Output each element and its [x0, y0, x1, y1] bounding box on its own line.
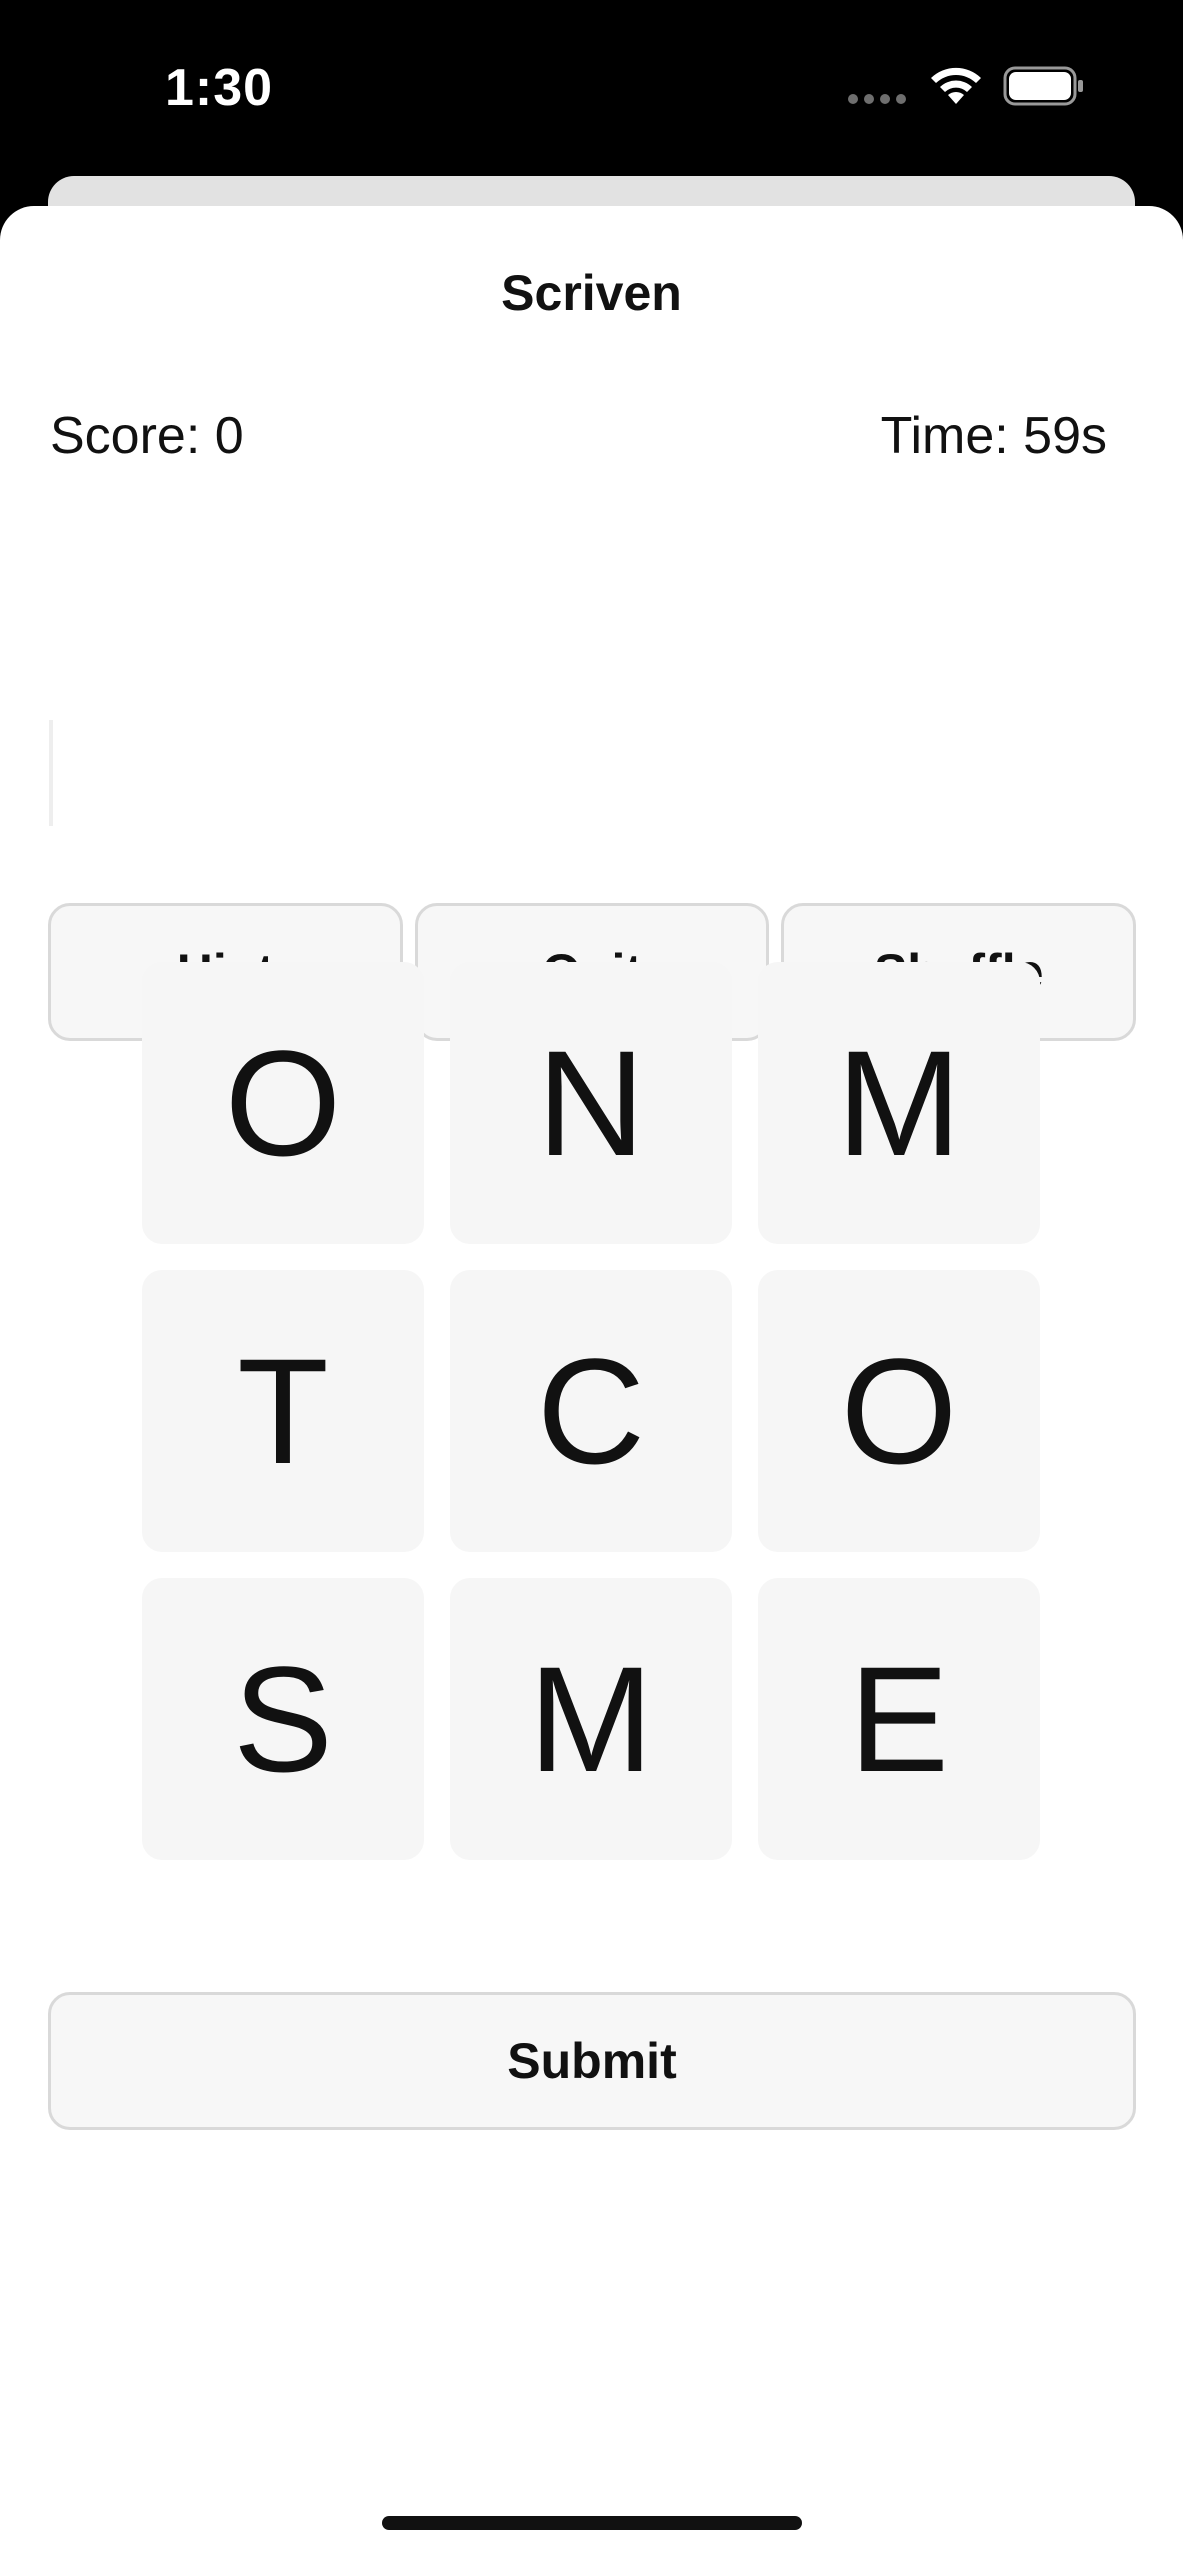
letter-tile[interactable]: C [450, 1270, 732, 1552]
timer-label: Time: 59s [880, 407, 1107, 465]
letter-tile[interactable]: E [758, 1578, 1040, 1860]
letter-tile[interactable]: M [758, 962, 1040, 1244]
word-input[interactable] [48, 716, 1138, 826]
submit-button[interactable]: Submit [48, 1992, 1136, 2130]
letter-tile[interactable]: N [450, 962, 732, 1244]
signal-dots-icon [848, 94, 906, 104]
status-bar: 1:30 [0, 0, 1183, 175]
letter-tile[interactable]: S [142, 1578, 424, 1860]
letter-tile[interactable]: O [758, 1270, 1040, 1552]
home-indicator[interactable] [382, 2516, 802, 2530]
letter-tile[interactable]: O [142, 962, 424, 1244]
app-screen: 1:30 Scriven Score: 0 Time: 59s Hint Qui… [0, 0, 1183, 2560]
letter-tile[interactable]: M [450, 1578, 732, 1860]
page-title: Scriven [501, 265, 682, 321]
letter-grid: O N M T C O S M E [142, 962, 1042, 1860]
status-time: 1:30 [165, 59, 274, 117]
wifi-icon [931, 67, 981, 104]
battery-icon [1003, 66, 1083, 106]
letter-tile[interactable]: T [142, 1270, 424, 1552]
score-label: Score: 0 [50, 407, 244, 465]
